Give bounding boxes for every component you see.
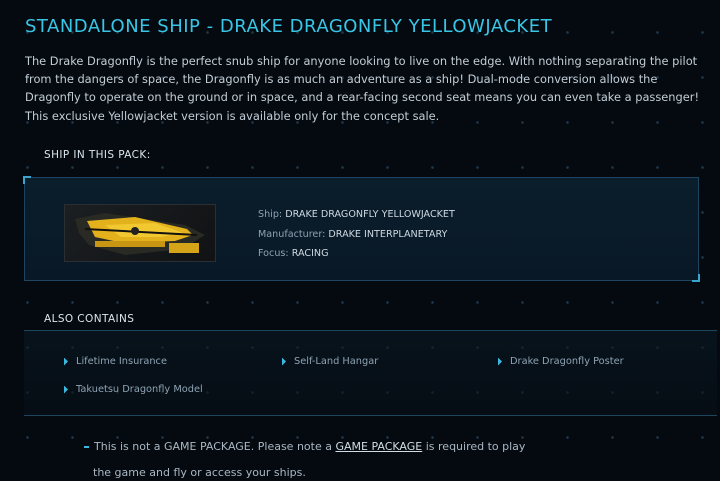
note-line-1: This is not a GAME PACKAGE. Please note … bbox=[84, 434, 544, 460]
note-suffix: is required to play bbox=[422, 440, 526, 453]
item-label: Self-Land Hangar bbox=[294, 356, 379, 367]
manufacturer-label: Manufacturer: bbox=[258, 228, 326, 240]
note-prefix: This is not a GAME PACKAGE. Please note … bbox=[94, 440, 336, 453]
manufacturer-value: DRAKE INTERPLANETARY bbox=[328, 228, 448, 240]
game-package-note: This is not a GAME PACKAGE. Please note … bbox=[84, 434, 544, 481]
ship-description: The Drake Dragonfly is the perfect snub … bbox=[25, 54, 700, 123]
item-label: Drake Dragonfly Poster bbox=[510, 356, 624, 367]
item-label: Lifetime Insurance bbox=[76, 356, 167, 367]
game-package-link[interactable]: GAME PACKAGE bbox=[335, 440, 422, 453]
list-item: Self-Land Hangar bbox=[282, 356, 378, 367]
ship-details: Ship: DRAKE DRAGONFLY YELLOWJACKET Manuf… bbox=[258, 205, 455, 264]
dash-icon bbox=[84, 446, 89, 448]
also-contains-label: ALSO CONTAINS bbox=[44, 313, 135, 325]
focus-value: RACING bbox=[291, 248, 329, 259]
bullet-icon bbox=[64, 357, 68, 366]
ship-image-icon bbox=[75, 213, 205, 255]
bullet-icon bbox=[282, 357, 286, 366]
note-line-2: the game and fly or access your ships. bbox=[93, 466, 306, 479]
list-item: Lifetime Insurance bbox=[64, 356, 167, 367]
bullet-icon bbox=[498, 357, 502, 366]
ship-panel: Ship: DRAKE DRAGONFLY YELLOWJACKET Manuf… bbox=[23, 176, 700, 282]
focus-label: Focus: bbox=[258, 248, 289, 259]
list-item: Takuetsu Dragonfly Model bbox=[64, 384, 203, 395]
focus-row: Focus: RACING bbox=[258, 244, 455, 264]
ship-name-value: DRAKE DRAGONFLY YELLOWJACKET bbox=[285, 209, 455, 220]
ship-section-label: SHIP IN THIS PACK: bbox=[44, 149, 151, 161]
ship-name-label: Ship: bbox=[258, 209, 283, 220]
ship-thumbnail[interactable] bbox=[64, 204, 216, 262]
also-contains-panel: Lifetime Insurance Self-Land Hangar Drak… bbox=[24, 330, 717, 416]
ship-name-row: Ship: DRAKE DRAGONFLY YELLOWJACKET bbox=[258, 205, 455, 225]
item-label: Takuetsu Dragonfly Model bbox=[76, 384, 203, 395]
list-item: Drake Dragonfly Poster bbox=[498, 356, 624, 367]
manufacturer-row: Manufacturer: DRAKE INTERPLANETARY bbox=[258, 225, 455, 245]
bullet-icon bbox=[64, 385, 68, 394]
page-title: STANDALONE SHIP - DRAKE DRAGONFLY YELLOW… bbox=[25, 16, 553, 37]
